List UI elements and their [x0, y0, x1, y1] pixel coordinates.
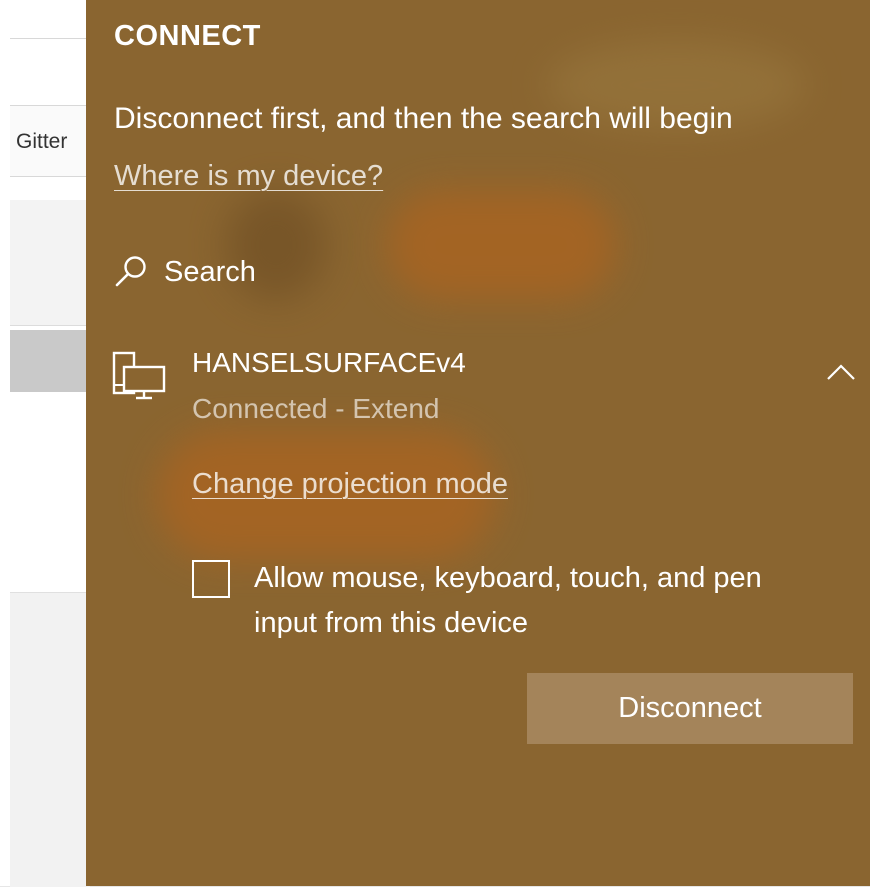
background-content-area: [10, 200, 90, 326]
connect-flyout: CONNECT Disconnect first, and then the s…: [86, 0, 870, 886]
search-icon: [115, 256, 146, 287]
allow-input-label[interactable]: Allow mouse, keyboard, touch, and pen in…: [254, 556, 814, 646]
allow-input-checkbox[interactable]: [192, 560, 230, 598]
flyout-content: CONNECT Disconnect first, and then the s…: [86, 0, 870, 886]
change-projection-mode-link[interactable]: Change projection mode: [192, 468, 508, 501]
chevron-up-icon[interactable]: [824, 357, 858, 387]
background-white-area: [10, 392, 90, 592]
device-name: HANSELSURFACEv4: [192, 347, 466, 378]
search-button[interactable]: Search: [112, 250, 256, 294]
where-is-my-device-link[interactable]: Where is my device?: [114, 160, 383, 193]
background-left-edge: [0, 0, 10, 886]
flyout-title: CONNECT: [114, 20, 261, 52]
disconnect-button[interactable]: Disconnect: [527, 673, 853, 744]
background-gray-bar: [10, 330, 90, 392]
search-label: Search: [164, 255, 256, 288]
background-toolbar: [10, 10, 90, 39]
status-message: Disconnect first, and then the search wi…: [114, 102, 733, 135]
background-tab-gitter[interactable]: Gitter: [16, 130, 67, 154]
device-status: Connected - Extend: [192, 393, 440, 424]
display-device-icon: [112, 351, 166, 400]
background-lower-area: [10, 592, 90, 887]
